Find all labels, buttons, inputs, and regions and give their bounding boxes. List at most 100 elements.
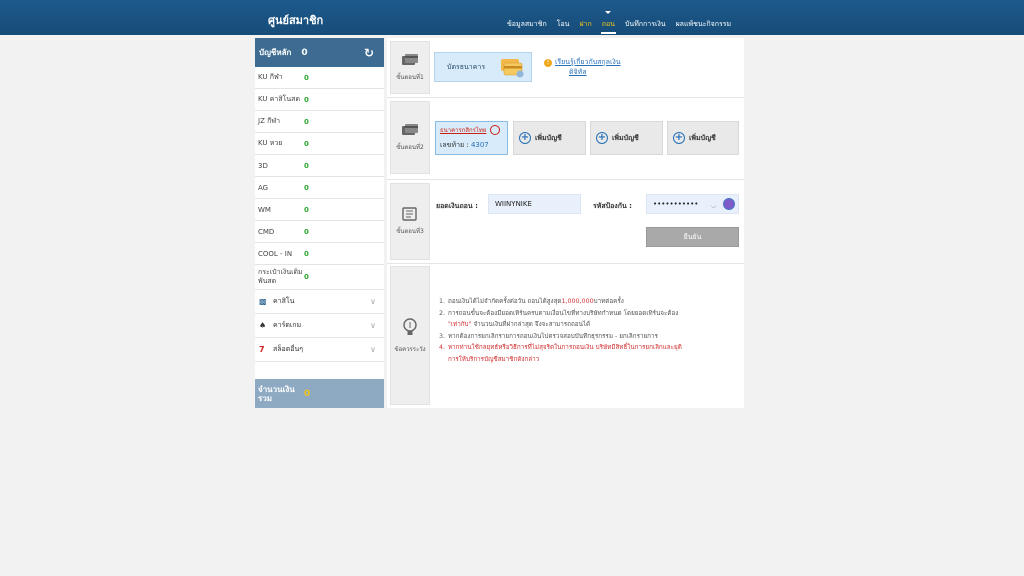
wallet-row: CMD 0 <box>255 221 384 243</box>
bank-cards-icon <box>501 59 524 78</box>
wallet-value: 0 <box>304 117 309 126</box>
step-label: ขั้นตอนที่2 <box>396 144 424 151</box>
plus-icon: + <box>596 132 608 144</box>
bank-card-button[interactable]: บัตรธนาคาร <box>434 52 532 82</box>
wallet-value: 0 <box>304 249 309 258</box>
wallet-name: AG <box>258 183 269 192</box>
crypto-link-line1: เรียนรู้เกี่ยวกับสกุลเงิน <box>555 58 621 66</box>
bank-name-text: ธนาคารกสิกรไทย <box>440 127 487 134</box>
note-highlight: 1,000,000 <box>561 298 594 305</box>
chevron-down-icon: ∨ <box>370 345 376 354</box>
note-text: การถอนขั้นจะต้องมียอดเทิร์นครบตามเงื่อนไ… <box>448 308 739 331</box>
add-account-label: เพิ่มบัญชี <box>689 133 716 142</box>
form-icon <box>402 207 417 221</box>
nav-deposit[interactable]: ฝาก <box>574 19 596 30</box>
step-label: ข้อควรระวัง <box>394 346 426 353</box>
add-account-button[interactable]: + เพิ่มบัญชี <box>513 121 586 155</box>
plus-icon: + <box>673 132 685 144</box>
casino-icon: ▩ <box>259 297 267 306</box>
wallet-row: KU กีฬา 0 <box>255 67 384 89</box>
note-text-part: การถอนขั้นจะต้องมียอดเทิร์นครบตามเงื่อนไ… <box>448 309 679 317</box>
note-number: 1. <box>439 298 446 305</box>
nav-finance-records[interactable]: บันทึกการเงิน <box>620 19 671 30</box>
lightbulb-icon <box>403 318 417 335</box>
wallet-value: 0 <box>304 139 309 148</box>
step-4-caution: ข้อควรระวัง <box>390 266 430 405</box>
nav-transfer[interactable]: โอน <box>552 19 575 30</box>
total-label: จำนวนเงินรวม <box>258 384 295 403</box>
nav-member-info[interactable]: ข้อมูลสมาชิก <box>502 19 552 30</box>
main-wallet-header: บัญชีหลัก 0 ↻ <box>255 38 384 67</box>
main-wallet-label: บัญชีหลัก <box>259 48 292 57</box>
note-text: หากท่านใช้กลยุทธ์หรือวิธีการที่ไม่สุจริต… <box>448 342 739 365</box>
note-item: 4. หากท่านใช้กลยุทธ์หรือวิธีการที่ไม่สุจ… <box>439 342 739 365</box>
withdraw-notes: 1. ถอนเงินได้ไม่จำกัดครั้งต่อวัน ถอนได้ส… <box>439 296 739 365</box>
group-card-games[interactable]: ♠ คาร์ดเกม ∨ <box>255 314 384 338</box>
main-nav: ข้อมูลสมาชิก โอน ฝาก ถอน บันทึกการเงิน ผ… <box>502 11 737 34</box>
note-item: 1. ถอนเงินได้ไม่จำกัดครั้งต่อวัน ถอนได้ส… <box>439 296 739 308</box>
amount-input[interactable] <box>488 194 581 214</box>
confirm-button[interactable]: ยืนยัน <box>646 227 739 247</box>
group-label: คาร์ดเกม <box>273 321 302 329</box>
crypto-learn-link[interactable]: ! เรียนรู้เกี่ยวกับสกุลเงิน ดิจิทัล <box>544 57 632 77</box>
brand-title: ศูนย์สมาชิก <box>268 14 324 27</box>
wallet-value: 0 <box>304 95 309 104</box>
note-text-part: บาทต่อครั้ง <box>593 298 624 305</box>
account-number: เลขท้าย : 4307 <box>440 140 489 151</box>
wallet-row: JZ กีฬา 0 <box>255 111 384 133</box>
add-account-button[interactable]: + เพิ่มบัญชี <box>590 121 663 155</box>
wallet-row: KU หวย 0 <box>255 133 384 155</box>
note-text-part: หากท่านใช้กลยุทธ์หรือวิธีการที่ไม่สุจริต… <box>448 344 682 351</box>
note-text-part: ถอนเงินได้ไม่จำกัดครั้งต่อวัน ถอนได้สูงส… <box>448 298 562 305</box>
add-account-label: เพิ่มบัญชี <box>612 133 639 142</box>
wallet-row: KU คาสิโนสด 0 <box>255 89 384 111</box>
total-value: 0 <box>304 388 311 399</box>
nav-activity-results[interactable]: ผลแพ้ชนะกิจกรรม <box>671 19 737 30</box>
note-text-part: จำนวนเงินที่ฝากล่าสุด จึงจะสามารถถอนได้ <box>473 321 591 328</box>
wallet-name: KU คาสิโนสด <box>258 95 300 103</box>
wallet-row: COOL - IN 0 <box>255 243 384 265</box>
main-wallet-balance: 0 <box>301 47 308 58</box>
add-account-button[interactable]: + เพิ่มบัญชี <box>667 121 739 155</box>
note-text: หากต้องการยกเลิกรายการถอนเงินไปตรวจสอบบั… <box>448 332 658 340</box>
card-icon <box>402 54 418 65</box>
show-password-icon[interactable]: ◡ <box>711 202 716 209</box>
note-item: 2. การถอนขั้นจะต้องมียอดเทิร์นครบตามเงื่… <box>439 308 739 331</box>
note-text: ถอนเงินได้ไม่จำกัดครั้งต่อวัน ถอนได้สูงส… <box>448 296 739 308</box>
refresh-icon[interactable]: ↻ <box>364 46 374 60</box>
wallet-name: JZ กีฬา <box>258 117 281 125</box>
note-highlight: "เท่ากับ" <box>448 321 472 328</box>
password-manager-icon[interactable] <box>723 198 735 210</box>
group-slots[interactable]: 7 สล็อตอื่นๆ ∨ <box>255 338 384 362</box>
step-2: ขั้นตอนที่2 <box>390 101 430 174</box>
group-label: สล็อตอื่นๆ <box>273 345 304 353</box>
top-header: ศูนย์สมาชิก ข้อมูลสมาชิก โอน ฝาก ถอน บัน… <box>0 0 1024 35</box>
bank-account-selected[interactable]: ธนาคารกสิกรไทย เลขท้าย : 4307 <box>435 121 508 155</box>
group-casino[interactable]: ▩ คาสิโน ∨ <box>255 290 384 314</box>
wallet-name: CMD <box>258 227 275 236</box>
wallet-name: COOL - IN <box>258 249 293 258</box>
nav-withdraw[interactable]: ถอน <box>597 11 620 34</box>
wallet-row: 3D 0 <box>255 155 384 177</box>
account-number-value: 4307 <box>470 141 489 149</box>
slot-seven-icon: 7 <box>259 345 265 354</box>
add-account-label: เพิ่มบัญชี <box>535 133 562 142</box>
divider <box>387 97 744 98</box>
wallet-sidebar: บัญชีหลัก 0 ↻ KU กีฬา 0 KU คาสิโนสด 0 JZ ก… <box>255 38 384 408</box>
note-number: 3. <box>439 332 446 340</box>
wallet-value: 0 <box>304 161 309 170</box>
chevron-down-icon: ∨ <box>370 297 376 306</box>
pin-label: รหัสป้องกัน : <box>593 202 632 210</box>
amount-label: ยอดเงินถอน : <box>436 202 478 210</box>
wallet-value: 0 <box>304 227 309 236</box>
spade-icon: ♠ <box>259 321 267 330</box>
step-label: ขั้นตอนที่3 <box>396 228 424 235</box>
wallet-value: 0 <box>304 183 309 192</box>
step-1: ขั้นตอนที่1 <box>390 41 430 94</box>
info-icon: ! <box>544 59 552 67</box>
withdraw-panel: ขั้นตอนที่1 บัตรธนาคาร ! เรียนรู้เกี่ยวกั… <box>387 38 744 408</box>
wallet-row: กระเป๋าเงินเดิมพันสด 0 <box>255 265 384 290</box>
note-text-part: การให้บริการบัญชีสมาชิกดังกล่าว <box>448 355 540 363</box>
note-number: 4. <box>439 344 446 351</box>
divider <box>387 263 744 264</box>
